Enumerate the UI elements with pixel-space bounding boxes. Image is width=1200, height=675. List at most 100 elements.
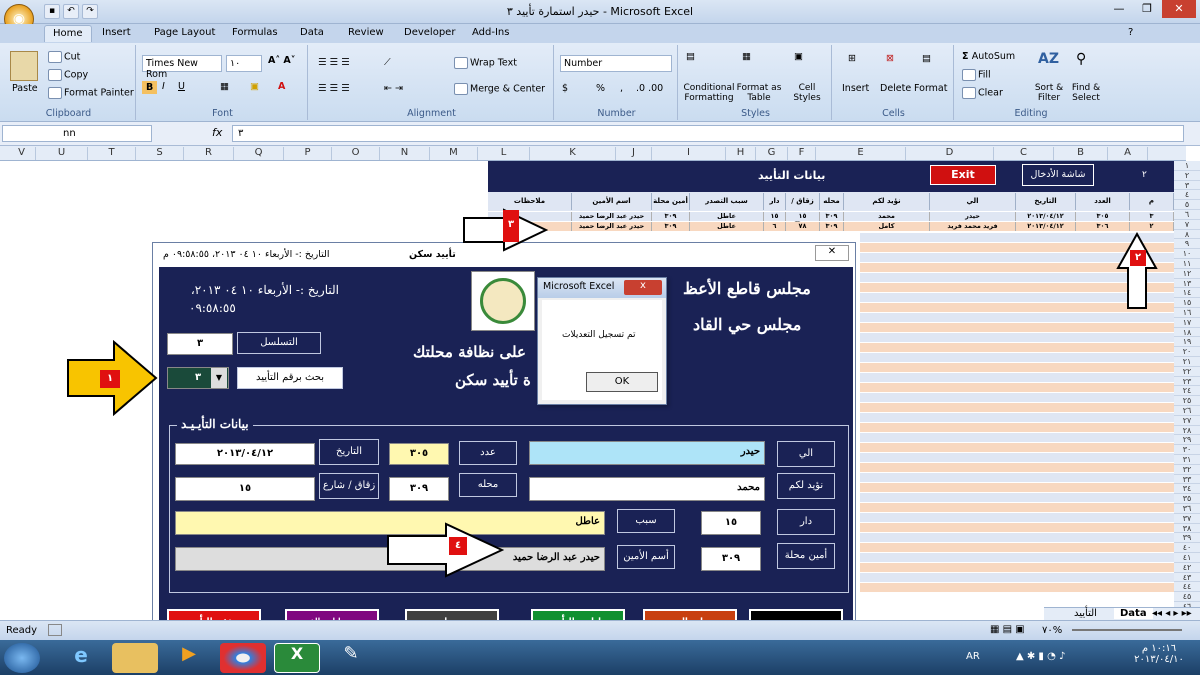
- column-header-k[interactable]: K: [530, 147, 616, 160]
- row-header[interactable]: ٢٢: [1174, 367, 1200, 377]
- save-icon[interactable]: ▪: [44, 4, 60, 19]
- table-cell[interactable]: ٣٠٦: [1076, 222, 1130, 231]
- row-header[interactable]: ١٢: [1174, 269, 1200, 279]
- column-header-n[interactable]: N: [380, 147, 430, 160]
- font-family-select[interactable]: Times New Rom: [142, 55, 222, 80]
- font-color-icon[interactable]: A: [278, 81, 285, 92]
- column-header-r[interactable]: R: [184, 147, 234, 160]
- format-as-table-button[interactable]: Format as Table: [736, 83, 782, 103]
- copy-button[interactable]: Copy: [48, 69, 88, 81]
- row-header[interactable]: ١٧: [1174, 318, 1200, 328]
- ie-icon[interactable]: e: [58, 643, 104, 673]
- confirm-input[interactable]: محمد: [529, 477, 765, 501]
- formula-input[interactable]: ٣: [232, 125, 1184, 142]
- sort-filter-button[interactable]: Sort & Filter: [1032, 83, 1066, 103]
- column-header-c[interactable]: C: [994, 147, 1054, 160]
- chevron-down-icon[interactable]: ▼: [211, 368, 227, 388]
- wrap-text-button[interactable]: Wrap Text: [454, 57, 517, 69]
- column-header-p[interactable]: P: [284, 147, 332, 160]
- column-header-e[interactable]: E: [816, 147, 906, 160]
- comma-button[interactable]: ,: [620, 83, 623, 94]
- table-cell[interactable]: كامل: [844, 222, 930, 231]
- row-header[interactable]: ١٤: [1174, 288, 1200, 299]
- row-header[interactable]: ٣٥: [1174, 494, 1200, 504]
- row-header[interactable]: ٨: [1174, 230, 1200, 240]
- table-cell[interactable]: ٧٨: [786, 222, 820, 231]
- delete-cells-button[interactable]: Delete: [880, 83, 911, 94]
- number-input[interactable]: ٣٠٥: [389, 443, 449, 465]
- tab-page-layout[interactable]: Page Layout: [154, 27, 215, 38]
- row-header[interactable]: ٣٤: [1174, 484, 1200, 495]
- tab-insert[interactable]: Insert: [102, 27, 131, 38]
- tab-add-ins[interactable]: Add-Ins: [472, 27, 509, 38]
- clear-button[interactable]: Clear: [962, 87, 1003, 99]
- format-painter-button[interactable]: Format Painter: [48, 87, 134, 99]
- input-screen-button[interactable]: شاشة الأدخال: [1022, 164, 1094, 186]
- row-header[interactable]: ١٣: [1174, 279, 1200, 289]
- alley-input[interactable]: ١٥: [175, 477, 315, 501]
- clock[interactable]: ١٠:١٦ م ٢٠١٣/٠٤/١٠: [1126, 643, 1192, 665]
- table-cell[interactable]: عاطل: [690, 212, 764, 221]
- table-cell[interactable]: ٣٠٩: [820, 222, 844, 231]
- row-header[interactable]: ٣٢: [1174, 465, 1200, 475]
- row-header[interactable]: ٤: [1174, 190, 1200, 201]
- fill-color-icon[interactable]: ▣: [250, 81, 259, 92]
- column-header-v[interactable]: V: [8, 147, 36, 160]
- excel-icon[interactable]: X: [274, 643, 320, 673]
- table-row[interactable]: ٣ ٣٠٥ ٢٠١٣/٠٤/١٢ حيدر محمد ٣٠٩ ١٥ ١٥ عاطل ٣٠٩ حيدر…: [488, 212, 1174, 221]
- find-select-button[interactable]: Find & Select: [1068, 83, 1104, 103]
- language-indicator[interactable]: AR: [966, 651, 980, 662]
- name-box[interactable]: nn: [2, 125, 152, 142]
- row-header[interactable]: ١١: [1174, 259, 1200, 269]
- row-header[interactable]: ٣٠: [1174, 445, 1200, 455]
- sort-filter-icon[interactable]: AZ: [1038, 51, 1059, 67]
- percent-button[interactable]: %: [596, 83, 605, 94]
- table-cell[interactable]: عاطل: [690, 222, 764, 231]
- zoom-level[interactable]: ٧٠%: [1042, 625, 1062, 636]
- row-header[interactable]: ٣٨: [1174, 524, 1200, 534]
- tab-review[interactable]: Review: [348, 27, 384, 38]
- row-header[interactable]: ١٦: [1174, 308, 1200, 318]
- paint-icon[interactable]: ✎: [328, 643, 374, 673]
- fx-icon[interactable]: fx: [212, 126, 222, 139]
- binoculars-icon[interactable]: ⚲: [1076, 51, 1086, 67]
- tray-icons[interactable]: ▲ ✱ ▮ ◔ ♪: [1016, 651, 1065, 662]
- delete-cells-icon[interactable]: ⊠: [886, 53, 894, 64]
- row-header[interactable]: ١٠: [1174, 249, 1200, 259]
- column-header-q[interactable]: Q: [234, 147, 284, 160]
- format-cells-icon[interactable]: ▤: [922, 53, 931, 64]
- fill-button[interactable]: Fill: [962, 69, 991, 81]
- row-header[interactable]: ٢٦: [1174, 406, 1200, 416]
- row-header[interactable]: ٤١: [1174, 553, 1200, 563]
- to-input[interactable]: حيدر: [529, 441, 765, 465]
- macro-record-icon[interactable]: [48, 624, 62, 636]
- row-header[interactable]: ٧: [1174, 220, 1200, 230]
- currency-icon[interactable]: $: [562, 83, 568, 94]
- date-input[interactable]: ٢٠١٣/٠٤/١٢: [175, 443, 315, 465]
- redo-icon[interactable]: ↷: [82, 4, 98, 19]
- autosum-button[interactable]: Σ AutoSum: [962, 51, 1015, 62]
- align-left-icon[interactable]: ☰ ☰ ☰: [318, 83, 350, 94]
- decimal-icon[interactable]: .0 .00: [636, 83, 663, 94]
- table-cell[interactable]: حيدر: [930, 212, 1016, 221]
- table-cell[interactable]: ٢٠١٣/٠٤/١٢: [1016, 222, 1076, 231]
- row-header[interactable]: ١٥: [1174, 298, 1200, 308]
- insert-cells-icon[interactable]: ⊞: [848, 53, 856, 64]
- table-cell[interactable]: ١٥: [764, 212, 786, 221]
- column-header-o[interactable]: O: [332, 147, 380, 160]
- sheet-tab-data[interactable]: Data: [1114, 608, 1153, 619]
- row-header[interactable]: ٤٠: [1174, 543, 1200, 553]
- row-header[interactable]: ٢٨: [1174, 426, 1200, 436]
- underline-button[interactable]: U: [178, 81, 185, 92]
- insert-cells-button[interactable]: Insert: [842, 83, 869, 94]
- table-cell[interactable]: ١٥: [786, 212, 820, 221]
- row-header[interactable]: ٤٤: [1174, 582, 1200, 593]
- table-row[interactable]: ٢ ٣٠٦ ٢٠١٣/٠٤/١٢ فريد محمد فريد كامل ٣٠٩ ٧٨ ٦ عا…: [488, 222, 1174, 231]
- row-header[interactable]: ١٨: [1174, 328, 1200, 338]
- format-cells-button[interactable]: Format: [914, 83, 947, 94]
- italic-button[interactable]: I: [162, 81, 165, 92]
- number-format-select[interactable]: Number: [560, 55, 672, 72]
- column-header-f[interactable]: F: [788, 147, 816, 160]
- zoom-slider[interactable]: [1072, 629, 1182, 631]
- table-cell[interactable]: ٢٠١٣/٠٤/١٢: [1016, 212, 1076, 221]
